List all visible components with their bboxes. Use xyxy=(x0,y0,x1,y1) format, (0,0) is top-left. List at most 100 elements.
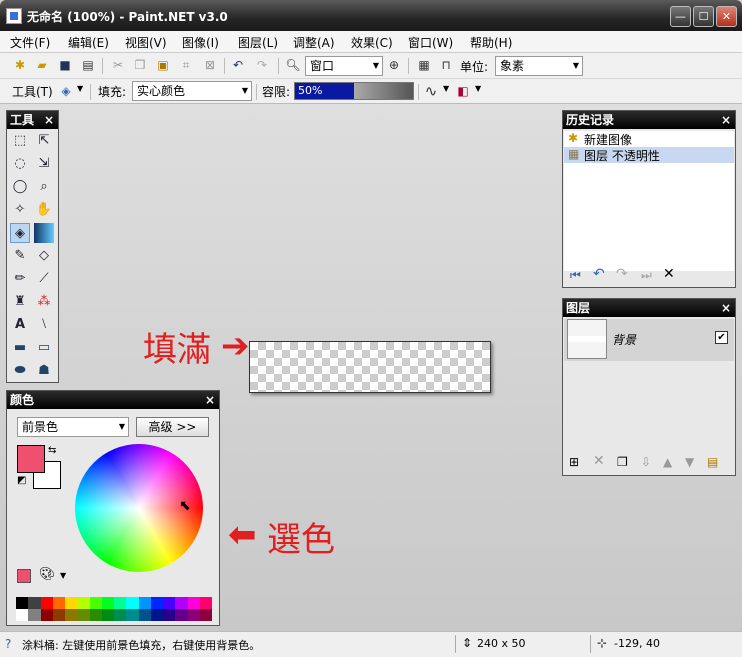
paint-bucket-icon[interactable]: ◈ xyxy=(10,223,30,243)
new-icon[interactable]: ✱ xyxy=(12,57,28,73)
image-canvas[interactable] xyxy=(249,341,491,393)
layer-properties-icon[interactable]: ▤ xyxy=(707,455,718,469)
palette-swatch[interactable] xyxy=(199,609,212,621)
color-picker-icon[interactable]: ⟋ xyxy=(34,269,54,289)
move-selection-icon[interactable]: ⇲ xyxy=(34,154,54,174)
palette-swatch[interactable] xyxy=(77,597,90,609)
ellipse-select-icon[interactable]: ◯ xyxy=(10,177,30,197)
tolerance-slider[interactable]: 50% xyxy=(294,82,414,100)
delete-layer-icon[interactable]: ✕ xyxy=(593,453,605,469)
rect-select-icon[interactable]: ⬚ xyxy=(10,131,30,151)
palette-swatch[interactable] xyxy=(89,609,102,621)
undo-icon[interactable]: ↶ xyxy=(230,57,246,73)
palette-swatch[interactable] xyxy=(126,597,139,609)
layer-row[interactable]: 背景 ✔ xyxy=(564,319,734,361)
paintbrush-icon[interactable]: ✎ xyxy=(10,246,30,266)
palette-swatch[interactable] xyxy=(114,609,127,621)
layers-close-icon[interactable]: × xyxy=(721,299,731,317)
reset-colors-icon[interactable]: ◩ xyxy=(17,475,26,486)
add-color-icon[interactable] xyxy=(17,569,31,583)
history-redo-icon[interactable]: ↷ xyxy=(616,266,628,282)
menu-edit[interactable]: 编辑(E) xyxy=(68,34,109,51)
bucket-icon[interactable]: ◈ xyxy=(58,83,74,99)
palette-swatch[interactable] xyxy=(126,609,139,621)
menu-layers[interactable]: 图层(L) xyxy=(238,34,278,51)
palette-swatch[interactable] xyxy=(150,609,163,621)
palette-swatch[interactable] xyxy=(16,597,29,609)
palette-swatch[interactable] xyxy=(16,609,29,621)
menu-view[interactable]: 视图(V) xyxy=(125,34,167,51)
move-down-icon[interactable]: ▼ xyxy=(685,455,694,469)
history-delete-icon[interactable]: ✕ xyxy=(663,266,675,282)
ellipse-icon[interactable]: ⬬ xyxy=(10,361,30,381)
palette-swatch[interactable] xyxy=(65,597,78,609)
history-undo-icon[interactable]: ↶ xyxy=(593,266,605,282)
open-icon[interactable]: ▰ xyxy=(34,57,50,73)
minimize-button[interactable]: — xyxy=(670,6,691,27)
history-first-icon[interactable]: ⏮ xyxy=(570,268,581,283)
blend-mode-icon[interactable]: ◧ xyxy=(455,83,471,99)
recolor-icon[interactable]: ⁂ xyxy=(34,292,54,312)
palette-swatch[interactable] xyxy=(150,597,163,609)
fill-combo[interactable]: 实心颜色 ▼ xyxy=(132,81,252,101)
advanced-button[interactable]: 高级 >> xyxy=(136,417,209,437)
palette-swatch[interactable] xyxy=(101,609,114,621)
crop-icon[interactable]: ⌗ xyxy=(178,57,194,73)
ruler-icon[interactable]: ⊓ xyxy=(438,57,454,73)
palette-swatch[interactable] xyxy=(163,597,176,609)
palette-swatch[interactable] xyxy=(175,609,188,621)
palette-menu-icon[interactable]: 🎨︎ xyxy=(39,567,56,582)
lasso-icon[interactable]: ◌ xyxy=(10,154,30,174)
duplicate-layer-icon[interactable]: ❐ xyxy=(617,455,628,469)
move-up-icon[interactable]: ▲ xyxy=(663,455,672,469)
tool-label[interactable]: 工具(T) xyxy=(12,83,53,100)
history-item[interactable]: ▦ 图层 不透明性 xyxy=(564,147,734,163)
color-wheel[interactable]: ⬉ xyxy=(75,444,203,572)
palette-swatch[interactable] xyxy=(40,597,53,609)
menu-effects[interactable]: 效果(C) xyxy=(351,34,393,51)
deselect-icon[interactable]: ⊠ xyxy=(202,57,218,73)
save-icon[interactable]: ■ xyxy=(57,57,73,73)
cut-icon[interactable]: ✂ xyxy=(110,57,126,73)
paste-icon[interactable]: ▣ xyxy=(155,57,171,73)
palette-swatch[interactable] xyxy=(187,597,200,609)
magic-wand-icon[interactable]: ✧ xyxy=(10,200,30,220)
redo-icon[interactable]: ↷ xyxy=(254,57,270,73)
close-button[interactable]: ✕ xyxy=(716,6,737,27)
maximize-button[interactable]: ☐ xyxy=(693,6,714,27)
palette-swatch[interactable] xyxy=(101,597,114,609)
menu-file[interactable]: 文件(F) xyxy=(10,34,50,51)
freeform-shape-icon[interactable]: ☗ xyxy=(34,361,54,381)
antialias-icon[interactable]: ∿ xyxy=(423,83,439,99)
merge-layer-icon[interactable]: ⇩ xyxy=(641,455,651,469)
history-last-icon[interactable]: ⏭ xyxy=(641,268,652,283)
swap-colors-icon[interactable]: ⇆ xyxy=(48,445,56,456)
menu-image[interactable]: 图像(I) xyxy=(182,34,219,51)
zoom-icon[interactable]: ⌕ xyxy=(34,177,54,197)
color-mode-combo[interactable]: 前景色 ▼ xyxy=(17,417,129,437)
pencil-icon[interactable]: ✏ xyxy=(10,269,30,289)
palette-swatch[interactable] xyxy=(28,597,41,609)
print-icon[interactable]: ▤ xyxy=(80,57,96,73)
rectangle-icon[interactable]: ▬ xyxy=(10,338,30,358)
menu-adjust[interactable]: 调整(A) xyxy=(293,34,335,51)
rounded-rect-icon[interactable]: ▭ xyxy=(34,338,54,358)
add-layer-icon[interactable]: ⊞ xyxy=(569,455,579,469)
units-combo[interactable]: 象素 ▼ xyxy=(495,56,583,76)
eraser-icon[interactable]: ◇ xyxy=(34,246,54,266)
zoom-out-icon[interactable]: 🔍︎ xyxy=(285,57,301,73)
palette-swatch[interactable] xyxy=(138,597,151,609)
colors-close-icon[interactable]: × xyxy=(205,391,215,409)
clone-stamp-icon[interactable]: ♜ xyxy=(10,292,30,312)
gradient-icon[interactable] xyxy=(34,223,54,243)
palette-swatch[interactable] xyxy=(163,609,176,621)
zoom-in-icon[interactable]: ⊕ xyxy=(386,57,402,73)
palette-swatch[interactable] xyxy=(114,597,127,609)
history-item[interactable]: ✱ 新建图像 xyxy=(564,131,734,147)
palette-swatch[interactable] xyxy=(175,597,188,609)
tools-close-icon[interactable]: × xyxy=(44,111,54,129)
palette-swatch[interactable] xyxy=(40,609,53,621)
menu-help[interactable]: 帮助(H) xyxy=(470,34,512,51)
menu-window[interactable]: 窗口(W) xyxy=(408,34,453,51)
move-selected-icon[interactable]: ⇱ xyxy=(34,131,54,151)
